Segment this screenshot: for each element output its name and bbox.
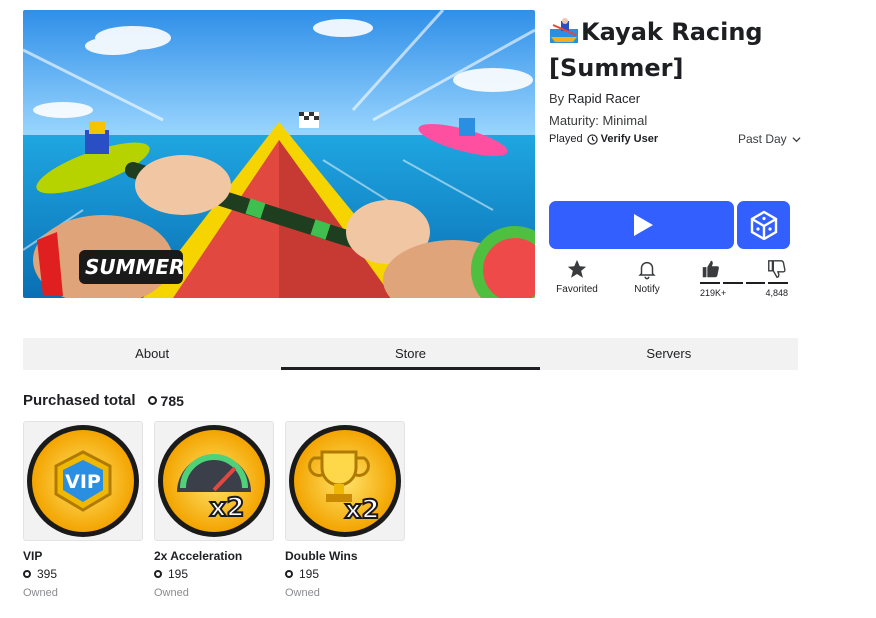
item-price: 195: [154, 567, 274, 581]
kayak-emoji-icon: [550, 18, 578, 43]
robux-icon: [23, 570, 31, 578]
played-row: Played Verify User: [549, 133, 658, 145]
item-price: 395: [23, 567, 143, 581]
item-price-value: 395: [37, 567, 58, 581]
thumbnail-badge-text: SUMMER: [85, 255, 185, 279]
item-status: Owned: [23, 587, 58, 599]
vote-section: 219K+ 4,848: [700, 258, 788, 298]
item-name: 2x Acceleration: [154, 549, 243, 563]
tab-servers[interactable]: Servers: [540, 338, 798, 370]
notify-label: Notify: [634, 284, 660, 295]
open-studio-button[interactable]: [737, 201, 790, 249]
item-name: Double Wins: [285, 549, 358, 563]
favorite-button[interactable]: Favorited: [555, 258, 599, 295]
downvote-count: 4,848: [765, 288, 788, 298]
store-item-2x-acceleration[interactable]: x2 2x Acceleration 195 Owned: [154, 421, 274, 599]
item-price-value: 195: [299, 567, 320, 581]
store-item-vip[interactable]: VIP VIP 395 Owned: [23, 421, 143, 599]
tab-bar: About Store Servers: [23, 338, 798, 370]
store-item-double-wins[interactable]: x2 Double Wins 195 Owned: [285, 421, 405, 599]
item-price-value: 195: [168, 567, 189, 581]
verify-user-link[interactable]: Verify User: [601, 133, 658, 145]
purchased-total: Purchased total 785: [23, 392, 184, 409]
game-thumbnail[interactable]: SUMMER: [23, 10, 535, 298]
star-icon: [567, 259, 587, 278]
creator-link[interactable]: Rapid Racer: [568, 91, 640, 106]
trophy-x2-icon: x2: [289, 425, 401, 537]
tab-about[interactable]: About: [23, 338, 281, 370]
tab-store[interactable]: Store: [281, 338, 540, 370]
x2-label: x2: [210, 493, 245, 523]
item-status: Owned: [154, 587, 189, 599]
x2-label: x2: [345, 495, 380, 525]
item-price: 195: [285, 567, 405, 581]
maturity-label: Maturity: Minimal: [549, 113, 648, 128]
vip-badge-icon: VIP: [27, 425, 139, 537]
title-block: Kayak Racing [Summer]: [549, 14, 809, 86]
thumbs-down-icon[interactable]: [766, 258, 788, 280]
cube-icon: [750, 210, 777, 240]
thumbs-up-icon[interactable]: [700, 258, 722, 280]
play-button[interactable]: [549, 201, 734, 249]
item-thumbnail: x2: [154, 421, 274, 541]
creator-line: By Rapid Racer: [549, 91, 640, 106]
speedometer-x2-icon: x2: [158, 425, 270, 537]
robux-icon: [147, 396, 157, 405]
bell-icon: [638, 261, 656, 280]
clock-icon: [586, 133, 598, 145]
vote-ratio-bar: [700, 282, 788, 284]
store-item-list: VIP VIP 395 Owned x2 2x Acceleration 195…: [23, 421, 405, 599]
item-name: VIP: [23, 549, 43, 563]
period-dropdown-label: Past Day: [738, 132, 787, 146]
vip-badge-text: VIP: [65, 471, 101, 493]
favorite-label: Favorited: [556, 284, 598, 295]
played-label: Played: [549, 133, 583, 145]
chevron-down-icon: [792, 136, 801, 142]
notify-button[interactable]: Notify: [627, 258, 667, 295]
robux-icon: [154, 570, 162, 578]
play-icon: [633, 214, 653, 236]
game-title: Kayak Racing [Summer]: [549, 14, 809, 86]
upvote-count: 219K+: [700, 288, 727, 298]
by-prefix: By: [549, 91, 565, 106]
game-thumbnail-illustration: SUMMER: [23, 10, 535, 298]
robux-icon: [285, 570, 293, 578]
period-dropdown[interactable]: Past Day: [738, 132, 801, 146]
item-thumbnail: x2: [285, 421, 405, 541]
purchased-label: Purchased total: [23, 392, 136, 409]
item-thumbnail: VIP: [23, 421, 143, 541]
item-status: Owned: [285, 587, 320, 599]
game-title-text: Kayak Racing [Summer]: [549, 18, 763, 82]
purchased-value: 785: [160, 392, 184, 409]
